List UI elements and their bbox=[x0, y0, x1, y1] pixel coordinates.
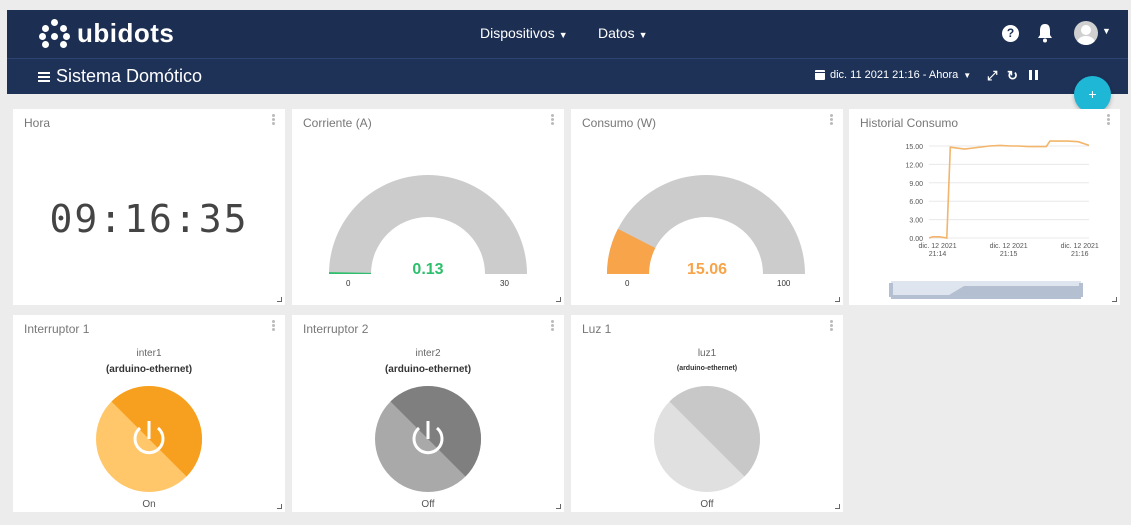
y-tick-label: 3.00 bbox=[909, 218, 923, 225]
range-navigator[interactable] bbox=[889, 279, 1083, 301]
gauge-max: 100 bbox=[777, 279, 791, 288]
gauge-value: 0.13 bbox=[412, 261, 444, 278]
switch-state: On bbox=[142, 499, 156, 510]
widget-menu-icon[interactable] bbox=[551, 320, 554, 332]
resize-handle-icon[interactable] bbox=[835, 504, 840, 509]
resize-handle-icon[interactable] bbox=[556, 297, 561, 302]
add-widget-button[interactable]: + bbox=[1074, 76, 1111, 113]
date-range-label: dic. 11 2021 21:16 - Ahora bbox=[830, 69, 959, 81]
switch-variable: inter1 bbox=[136, 348, 162, 359]
switch-state: Off bbox=[421, 499, 435, 510]
top-navbar: ubidots Dispositivos ▼ Datos ▼ ? ▼ bbox=[7, 10, 1128, 58]
x-tick-label: dic. 12 2021 bbox=[1061, 243, 1099, 250]
logo-dots-icon bbox=[39, 18, 71, 49]
y-tick-label: 9.00 bbox=[909, 181, 923, 188]
widget-title: Hora bbox=[24, 116, 51, 130]
gauge-min: 0 bbox=[625, 279, 630, 288]
help-icon[interactable]: ? bbox=[1002, 25, 1019, 42]
menu-icon[interactable] bbox=[38, 71, 50, 82]
switch-variable: inter2 bbox=[415, 348, 441, 359]
widget-menu-icon[interactable] bbox=[272, 320, 275, 332]
x-tick-label: 21:15 bbox=[1000, 251, 1018, 258]
light-variable: luz1 bbox=[697, 348, 717, 359]
light-device: (arduino-ethernet) bbox=[676, 365, 738, 372]
widget-title: Interruptor 2 bbox=[303, 322, 369, 336]
light-state: Off bbox=[700, 499, 714, 510]
widget-menu-icon[interactable] bbox=[830, 320, 833, 332]
y-tick-label: 15.00 bbox=[905, 144, 923, 151]
clock-time: 09:16:35 bbox=[49, 197, 249, 241]
light-indicator bbox=[654, 385, 761, 492]
history-chart-widget: Historial Consumo 0.00 3.00 6.00 9.00 12.00 1… bbox=[849, 109, 1120, 305]
resize-handle-icon[interactable] bbox=[1112, 297, 1117, 302]
resize-handle-icon[interactable] bbox=[277, 297, 282, 302]
nav-data-menu[interactable]: Datos ▼ bbox=[598, 25, 648, 41]
user-avatar-icon[interactable] bbox=[1074, 21, 1098, 45]
chevron-down-icon[interactable]: ▼ bbox=[1102, 26, 1111, 36]
switch-toggle[interactable] bbox=[95, 385, 203, 493]
chevron-down-icon: ▼ bbox=[558, 30, 568, 40]
range-handle-left[interactable] bbox=[889, 283, 893, 297]
nav-data-label: Datos bbox=[598, 25, 635, 41]
switch-2-widget: Interruptor 2 inter2 (arduino-ethernet) … bbox=[292, 315, 564, 512]
expand-icon[interactable]: ⤢ bbox=[987, 68, 997, 84]
ubidots-logo[interactable]: ubidots bbox=[39, 18, 174, 49]
dashboard-title-label: Sistema Domótico bbox=[56, 66, 203, 86]
range-handle-right[interactable] bbox=[1079, 283, 1083, 297]
chevron-down-icon: ▼ bbox=[638, 30, 648, 40]
gauge-track bbox=[329, 175, 527, 274]
date-range-picker[interactable]: dic. 11 2021 21:16 - Ahora ▼ bbox=[815, 69, 971, 81]
gauge-value: 15.06 bbox=[686, 261, 728, 278]
nav-devices-menu[interactable]: Dispositivos ▼ bbox=[480, 25, 568, 41]
light-1-widget: Luz 1 luz1 (arduino-ethernet) Off bbox=[571, 315, 843, 512]
switch-toggle[interactable] bbox=[374, 385, 482, 493]
dashboard-title[interactable]: Sistema Domótico bbox=[38, 66, 202, 87]
switch-device: (arduino-ethernet) bbox=[384, 364, 472, 375]
resize-handle-icon[interactable] bbox=[556, 504, 561, 509]
switch-1-widget: Interruptor 1 inter1 (arduino-ethernet) … bbox=[13, 315, 285, 512]
switch-device: (arduino-ethernet) bbox=[105, 364, 193, 375]
current-gauge-widget: Corriente (A) 0.13 0 30 bbox=[292, 109, 564, 305]
x-tick-label: dic. 12 2021 bbox=[918, 243, 956, 250]
power-gauge-widget: Consumo (W) 15.06 0 100 bbox=[571, 109, 843, 305]
y-tick-label: 12.00 bbox=[905, 162, 923, 169]
y-tick-label: 0.00 bbox=[909, 236, 923, 243]
bell-icon[interactable] bbox=[1037, 23, 1053, 43]
history-line-chart[interactable]: 0.003.006.009.0012.0015.00dic. 12 202121… bbox=[849, 109, 1120, 305]
chevron-down-icon: ▼ bbox=[963, 70, 972, 80]
calendar-icon bbox=[815, 70, 825, 80]
widget-title: Interruptor 1 bbox=[24, 322, 90, 336]
resize-handle-icon[interactable] bbox=[835, 297, 840, 302]
gauge-min: 0 bbox=[346, 279, 351, 288]
y-tick-label: 6.00 bbox=[909, 199, 923, 206]
clock-widget: Hora 09:16:35 bbox=[13, 109, 285, 305]
pause-icon[interactable] bbox=[1029, 70, 1038, 80]
x-tick-label: 21:14 bbox=[929, 251, 947, 258]
gauge-max: 30 bbox=[500, 279, 509, 288]
nav-devices-label: Dispositivos bbox=[480, 25, 555, 41]
x-tick-label: 21:16 bbox=[1071, 251, 1089, 258]
x-tick-label: dic. 12 2021 bbox=[990, 243, 1028, 250]
resize-handle-icon[interactable] bbox=[277, 504, 282, 509]
brand-name: ubidots bbox=[77, 18, 175, 48]
widget-menu-icon[interactable] bbox=[272, 114, 275, 126]
dashboard-bar: Sistema Domótico dic. 11 2021 21:16 - Ah… bbox=[7, 58, 1128, 94]
widget-title: Luz 1 bbox=[582, 322, 612, 336]
series-line bbox=[928, 140, 1090, 239]
refresh-icon[interactable]: ↻ bbox=[1007, 68, 1018, 84]
